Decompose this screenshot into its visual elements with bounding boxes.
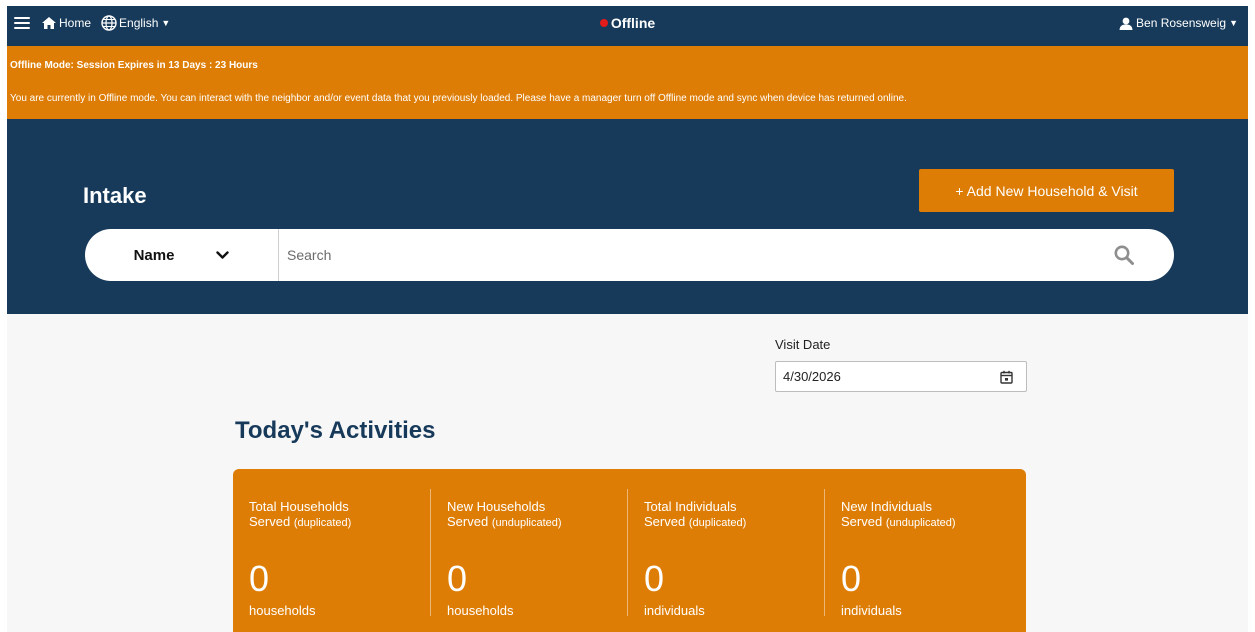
stat-value: 0 [447,558,468,599]
nav-left-group: Home English ▼ [14,6,180,40]
main-content: Visit Date 4/30/2026 Today's Activities … [7,314,1248,632]
stat-value: 0 [644,558,665,599]
stat-total-individuals: Total Individuals Served (duplicated) 0 … [627,489,824,618]
search-type-dropdown[interactable]: Name [85,229,279,281]
stat-served: Served [841,514,883,529]
visit-date-field[interactable]: 4/30/2026 [775,361,1027,392]
home-icon [42,17,56,29]
home-link[interactable]: Home [41,16,91,30]
search-type-label: Name [133,246,175,264]
stat-total-households: Total Households Served (duplicated) 0 h… [233,489,430,618]
home-label: Home [59,16,92,30]
visit-date-value: 4/30/2026 [783,369,841,384]
stat-title: New Households [447,499,546,514]
globe-icon [101,15,117,31]
stat-unit: households [249,603,316,618]
calendar-icon[interactable] [1000,370,1013,384]
stat-qualifier: (duplicated) [293,517,352,529]
chevron-down-icon [216,250,230,259]
stat-qualifier: (unduplicated) [885,517,956,529]
top-navbar: Home English ▼ Offline Ben Rosensweig ▼ [7,6,1248,46]
connection-status: Offline [7,6,1248,40]
search-icon [1114,245,1134,265]
activities-title: Today's Activities [235,417,436,444]
search-bar: Name [85,229,1174,281]
stat-served: Served [249,514,291,529]
user-icon [1119,17,1133,30]
activities-stats-panel: Total Households Served (duplicated) 0 h… [233,469,1026,632]
intake-header: Intake + Add New Household & Visit Name [7,119,1248,314]
search-button[interactable] [1094,229,1154,281]
stat-new-households: New Households Served (unduplicated) 0 h… [430,489,627,618]
status-label: Offline [610,15,656,31]
stat-qualifier: (unduplicated) [491,517,562,529]
search-input[interactable] [279,229,1094,281]
menu-icon[interactable] [14,17,30,29]
user-menu[interactable]: Ben Rosensweig ▼ [1119,6,1238,40]
stat-qualifier: (duplicated) [688,517,747,529]
language-label: English [119,16,159,30]
stat-value: 0 [841,558,862,599]
caret-down-icon: ▼ [161,18,171,28]
stat-title: New Individuals [841,499,933,514]
stat-unit: households [447,603,514,618]
user-name: Ben Rosensweig [1136,16,1227,30]
add-household-button[interactable]: + Add New Household & Visit [919,169,1174,212]
stat-value: 0 [249,558,270,599]
banner-message: You are currently in Offline mode. You c… [10,93,907,104]
stat-served: Served [447,514,489,529]
visit-date-label: Visit Date [775,337,831,352]
stat-unit: individuals [841,603,902,618]
offline-banner: Offline Mode: Session Expires in 13 Days… [7,46,1248,119]
stat-served: Served [644,514,686,529]
status-dot-icon [599,19,608,27]
stat-unit: individuals [644,603,705,618]
caret-down-icon: ▼ [1229,18,1238,28]
stat-title: Total Individuals [644,499,737,514]
stat-title: Total Households [249,499,349,514]
stat-new-individuals: New Individuals Served (unduplicated) 0 … [824,489,1021,618]
language-selector[interactable]: English ▼ [101,15,170,31]
page-title: Intake [83,183,147,208]
banner-title: Offline Mode: Session Expires in 13 Days… [10,60,258,71]
